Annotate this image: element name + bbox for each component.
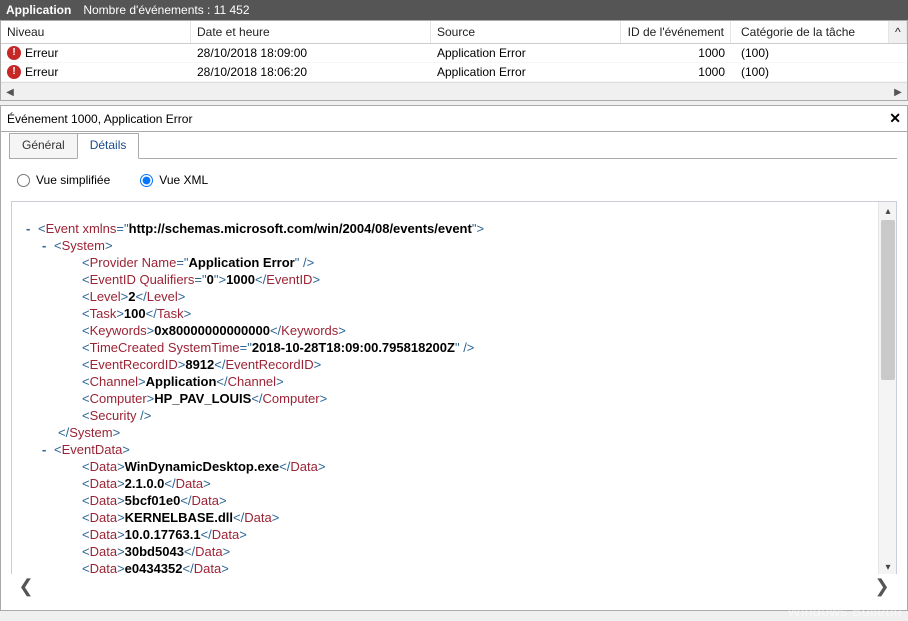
cell-source: Application Error <box>431 44 621 62</box>
cell-cat: (100) <box>731 63 907 81</box>
big-chevron-left-icon[interactable]: ❮ <box>11 575 41 597</box>
table-row[interactable]: ! Erreur 28/10/2018 18:09:00Application Er… <box>1 44 907 63</box>
error-icon: ! <box>7 46 21 60</box>
close-icon[interactable]: ✕ <box>889 110 901 127</box>
app-name: Application <box>6 3 71 17</box>
cell-source: Application Error <box>431 63 621 81</box>
radio-xml-input[interactable] <box>140 174 153 187</box>
error-icon: ! <box>7 65 21 79</box>
chevron-left-icon[interactable]: ◀ <box>1 83 19 101</box>
vscroll-thumb[interactable] <box>881 220 895 380</box>
cell-id: 1000 <box>621 63 731 81</box>
tab-details[interactable]: Détails <box>77 133 140 159</box>
detail-pane-header: Événement 1000, Application Error ✕ <box>0 105 908 131</box>
cell-cat: (100) <box>731 44 907 62</box>
cell-id: 1000 <box>621 44 731 62</box>
cell-level: Erreur <box>25 46 58 60</box>
col-header-cat[interactable]: Catégorie de la tâche <box>731 21 889 43</box>
grid-header: Niveau Date et heure Source ID de l'évén… <box>1 21 907 44</box>
cell-level: Erreur <box>25 65 58 79</box>
col-header-source[interactable]: Source <box>431 21 621 43</box>
radio-simple-view[interactable]: Vue simplifiée <box>17 173 110 187</box>
xml-hscrollbar[interactable]: ❮ ❯ <box>11 574 897 598</box>
grid-hscrollbar[interactable]: ◀ ▶ <box>1 82 907 100</box>
xml-vscrollbar[interactable]: ▴ ▾ <box>878 202 896 576</box>
col-header-level[interactable]: Niveau <box>1 21 191 43</box>
xml-viewer: -<Event xmlns="http://schemas.microsoft.… <box>11 201 897 577</box>
chevron-right-icon[interactable]: ▶ <box>889 83 907 101</box>
radio-simple-input[interactable] <box>17 174 30 187</box>
table-row[interactable]: ! Erreur 28/10/2018 18:06:20Application Er… <box>1 63 907 82</box>
radio-xml-view[interactable]: Vue XML <box>140 173 208 187</box>
grid-scroll-up-icon[interactable]: ^ <box>889 21 907 43</box>
big-chevron-right-icon[interactable]: ❯ <box>867 575 897 597</box>
event-count: Nombre d'événements : 11 452 <box>83 3 249 17</box>
detail-pane-title: Événement 1000, Application Error <box>7 112 192 126</box>
tab-general[interactable]: Général <box>9 133 78 159</box>
tabs: Général Détails <box>9 132 897 158</box>
cell-date: 28/10/2018 18:06:20 <box>191 63 431 81</box>
col-header-date[interactable]: Date et heure <box>191 21 431 43</box>
xml-content[interactable]: -<Event xmlns="http://schemas.microsoft.… <box>12 202 896 576</box>
chevron-up-icon[interactable]: ▴ <box>879 202 897 220</box>
title-bar: Application Nombre d'événements : 11 452 <box>0 0 908 20</box>
radio-xml-label: Vue XML <box>159 173 208 187</box>
detail-pane: Général Détails Vue simplifiée Vue XML -… <box>0 131 908 611</box>
view-mode-radios: Vue simplifiée Vue XML <box>17 173 897 187</box>
col-header-eventid[interactable]: ID de l'événement <box>621 21 731 43</box>
cell-date: 28/10/2018 18:09:00 <box>191 44 431 62</box>
event-grid: Niveau Date et heure Source ID de l'évén… <box>0 20 908 101</box>
radio-simple-label: Vue simplifiée <box>36 173 110 187</box>
